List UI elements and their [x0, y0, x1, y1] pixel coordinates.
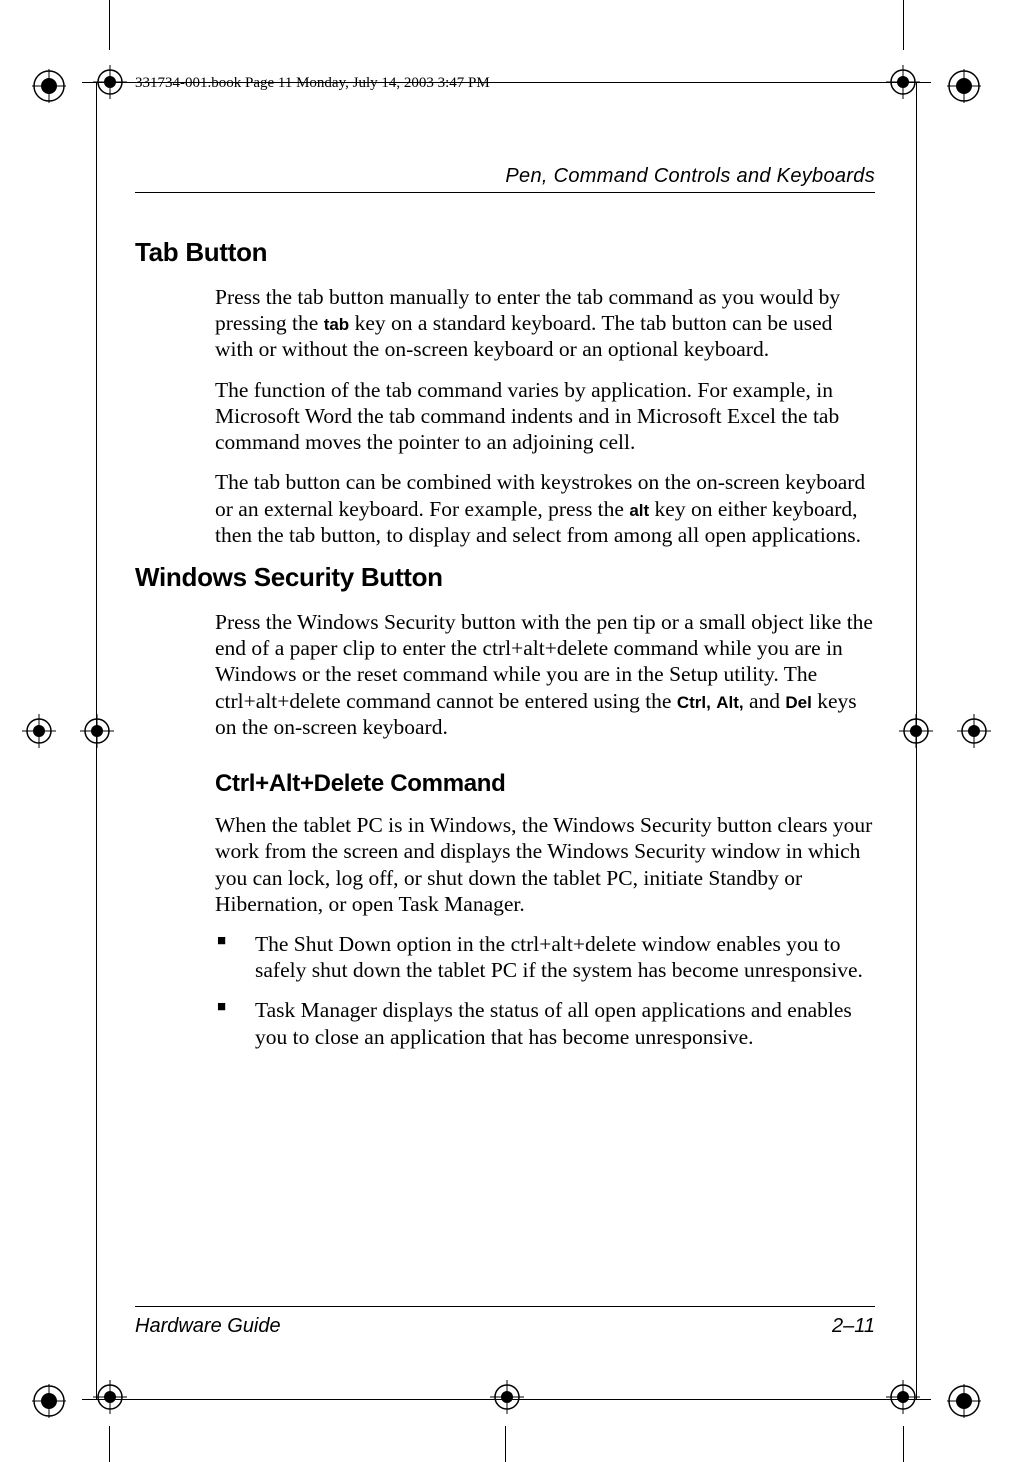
chapter-title: Pen, Command Controls and Keyboards — [135, 165, 875, 193]
crop-line — [82, 1399, 931, 1400]
crop-line — [903, 0, 904, 50]
paragraph: When the tablet PC is in Windows, the Wi… — [215, 812, 875, 917]
reg-mark-icon — [947, 69, 981, 103]
crop-line — [109, 1426, 110, 1462]
page-footer: Hardware Guide 2–11 — [135, 1306, 875, 1338]
key-label: alt — [629, 501, 649, 520]
crop-line — [916, 82, 917, 1400]
heading-windows-security: Windows Security Button — [135, 562, 875, 593]
crop-line — [109, 0, 110, 50]
paragraph: Press the Windows Security button with t… — [215, 609, 875, 740]
text: and — [744, 689, 786, 713]
page-content: Pen, Command Controls and Keyboards Tab … — [135, 165, 875, 1064]
heading-cad-command: Ctrl+Alt+Delete Command — [215, 770, 875, 798]
paragraph: Press the tab button manually to enter t… — [215, 284, 875, 363]
reg-mark-icon — [22, 714, 56, 748]
key-label: Del — [785, 693, 811, 712]
reg-mark-icon — [93, 1380, 127, 1414]
reg-mark-icon — [32, 69, 66, 103]
crop-line — [903, 1426, 904, 1462]
crop-line — [505, 1426, 506, 1462]
reg-mark-icon — [957, 714, 991, 748]
reg-mark-icon — [32, 1384, 66, 1418]
reg-mark-icon — [886, 1380, 920, 1414]
crop-line — [96, 82, 97, 1400]
list-item: The Shut Down option in the ctrl+alt+del… — [215, 931, 875, 983]
list-item: Task Manager displays the status of all … — [215, 997, 875, 1049]
bullet-list: The Shut Down option in the ctrl+alt+del… — [215, 931, 875, 1050]
key-label: Ctrl, — [677, 693, 711, 712]
heading-tab-button: Tab Button — [135, 237, 875, 268]
reg-mark-icon — [80, 714, 114, 748]
reg-mark-icon — [947, 1384, 981, 1418]
paragraph: The function of the tab command varies b… — [215, 377, 875, 456]
key-label: Alt, — [716, 693, 743, 712]
paragraph: The tab button can be combined with keys… — [215, 469, 875, 548]
key-label: tab — [324, 315, 350, 334]
file-timestamp: 331734-001.book Page 11 Monday, July 14,… — [135, 75, 490, 92]
footer-title: Hardware Guide — [135, 1315, 281, 1338]
reg-mark-icon — [490, 1380, 524, 1414]
page-number: 2–11 — [832, 1315, 875, 1338]
